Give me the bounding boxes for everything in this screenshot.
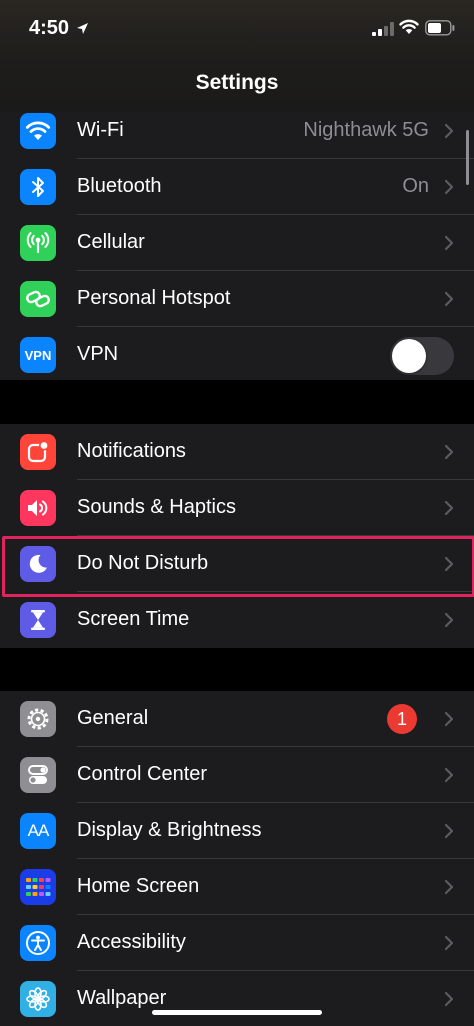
speaker-icon — [20, 490, 56, 526]
battery-icon — [425, 20, 455, 36]
settings-row-control-center[interactable]: Control Center — [0, 747, 474, 803]
settings-row-home-screen[interactable]: Home Screen — [0, 859, 474, 915]
settings-row-sounds-haptics[interactable]: Sounds & Haptics — [0, 480, 474, 536]
chain-link-icon — [20, 281, 56, 317]
chevron-right-icon — [444, 556, 454, 572]
vpn-icon-text: VPN — [24, 347, 52, 363]
wallpaper-label: Wallpaper — [77, 987, 167, 1009]
chevron-right-icon — [444, 767, 454, 783]
general-group: General 1 Control Center AA Display & Br… — [0, 691, 474, 1026]
hourglass-icon — [20, 602, 56, 638]
status-time: 4:50 — [29, 17, 70, 39]
settings-row-bluetooth[interactable]: Bluetooth On — [0, 159, 474, 215]
app-grid-icon — [20, 869, 56, 905]
settings-row-notifications[interactable]: Notifications — [0, 424, 474, 480]
notifications-label: Notifications — [77, 440, 186, 462]
settings-row-wallpaper[interactable]: Wallpaper — [0, 971, 474, 1026]
vpn-icon: VPN — [20, 337, 56, 373]
gear-icon — [20, 701, 56, 737]
notifications-icon — [20, 434, 56, 470]
text-size-icon-text: AA — [27, 821, 50, 840]
settings-row-display-brightness[interactable]: AA Display & Brightness — [0, 803, 474, 859]
wifi-label: Wi-Fi — [77, 119, 124, 141]
accessibility-label: Accessibility — [77, 931, 186, 953]
settings-row-cellular[interactable]: Cellular — [0, 215, 474, 271]
vpn-toggle[interactable] — [390, 337, 454, 375]
toggle-knob — [392, 339, 426, 373]
chevron-right-icon — [444, 935, 454, 951]
connectivity-group: Wi-Fi Nighthawk 5G Bluetooth On Cellular… — [0, 112, 474, 380]
text-size-icon: AA — [20, 813, 56, 849]
settings-row-general[interactable]: General 1 — [0, 691, 474, 747]
chevron-right-icon — [444, 291, 454, 307]
moon-icon — [20, 546, 56, 582]
settings-row-screen-time[interactable]: Screen Time — [0, 592, 474, 648]
flower-icon — [20, 981, 56, 1017]
chevron-right-icon — [444, 235, 454, 251]
settings-row-do-not-disturb[interactable]: Do Not Disturb — [0, 536, 474, 592]
settings-row-personal-hotspot[interactable]: Personal Hotspot — [0, 271, 474, 327]
bluetooth-label: Bluetooth — [77, 175, 162, 197]
chevron-right-icon — [444, 500, 454, 516]
settings-row-vpn: VPN VPN — [0, 327, 474, 380]
cellular-label: Cellular — [77, 231, 145, 253]
location-arrow-icon — [77, 23, 88, 34]
display-brightness-label: Display & Brightness — [77, 819, 262, 841]
notifications-group: Notifications Sounds & Haptics Do Not Di… — [0, 424, 474, 648]
wifi-status-icon — [399, 19, 419, 34]
wifi-icon — [20, 113, 56, 149]
general-label: General — [77, 707, 149, 729]
chevron-right-icon — [444, 179, 454, 195]
bluetooth-status-value: On — [402, 175, 429, 197]
settings-row-accessibility[interactable]: Accessibility — [0, 915, 474, 971]
navigation-header: 4:50 Settings — [0, 0, 474, 112]
control-center-label: Control Center — [77, 763, 208, 785]
chevron-right-icon — [444, 444, 454, 460]
cellular-signal-icon — [372, 22, 394, 36]
settings-row-wifi[interactable]: Wi-Fi Nighthawk 5G — [0, 112, 474, 159]
antenna-icon — [20, 225, 56, 261]
status-bar: 4:50 — [0, 0, 474, 58]
sounds-haptics-label: Sounds & Haptics — [77, 496, 236, 518]
update-badge: 1 — [387, 704, 417, 734]
page-title: Settings — [195, 71, 279, 94]
bluetooth-icon — [20, 169, 56, 205]
vpn-label: VPN — [77, 343, 119, 365]
chevron-right-icon — [444, 612, 454, 628]
accessibility-icon — [20, 925, 56, 961]
chevron-right-icon — [444, 711, 454, 727]
wifi-network-value: Nighthawk 5G — [303, 119, 429, 141]
chevron-right-icon — [444, 879, 454, 895]
chevron-right-icon — [444, 991, 454, 1007]
switches-icon — [20, 757, 56, 793]
chevron-right-icon — [444, 123, 454, 139]
do-not-disturb-label: Do Not Disturb — [77, 552, 209, 574]
personal-hotspot-label: Personal Hotspot — [77, 287, 231, 309]
home-screen-label: Home Screen — [77, 875, 200, 897]
chevron-right-icon — [444, 823, 454, 839]
home-indicator[interactable] — [152, 1010, 322, 1015]
screen-time-label: Screen Time — [77, 608, 190, 630]
scroll-indicator[interactable] — [466, 130, 469, 185]
